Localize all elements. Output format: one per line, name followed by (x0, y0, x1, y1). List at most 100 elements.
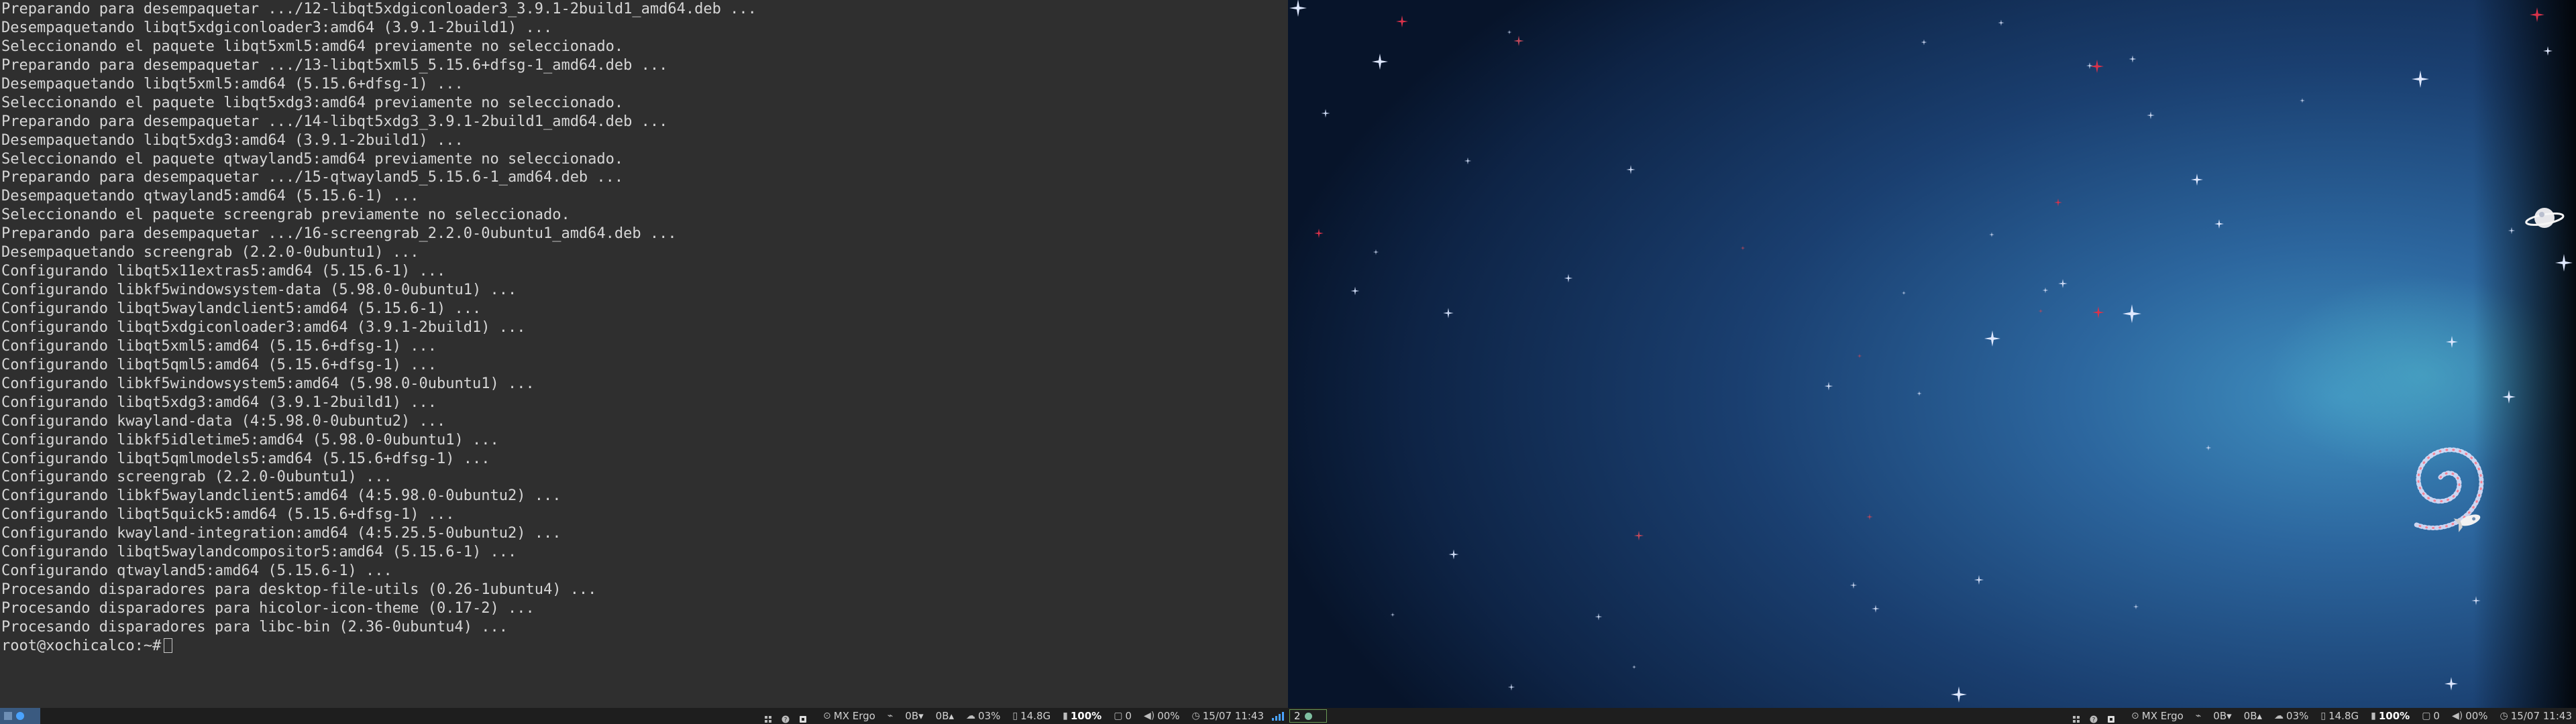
keyboard-label: MX Ergo (2141, 710, 2184, 722)
terminal-line: Desempaquetando screengrab (2.2.0-0ubunt… (1, 244, 419, 261)
terminal-line: Seleccionando el paquete screengrab prev… (1, 206, 570, 224)
shell-prompt: root@xochicalco:~# (1, 637, 162, 654)
volume-module[interactable]: ◀) 00% (1144, 708, 1180, 724)
terminal-line: Configurando libqt5waylandcompositor5:am… (1, 544, 517, 561)
bar-modules: ? ⊙ MX Ergo ⌁ 0B▾ 0B▴ ☁ 03% ▯ 14.8G ▮ 100% ▢… (2072, 708, 2572, 724)
terminal-line: Configurando kwayland-data (4:5.98.0-0ub… (1, 412, 446, 430)
cloud-icon: ☁ (2274, 711, 2284, 721)
battery-icon: ▮ (2371, 711, 2376, 721)
download-rate: 0B▾ (2213, 710, 2232, 722)
headset-icon: ⊙ (2131, 711, 2139, 721)
terminal-line: Configurando libkf5idletime5:amd64 (5.98… (1, 431, 499, 448)
terminal-line: Preparando para desempaquetar .../12-lib… (1, 1, 757, 17)
notifications-module[interactable]: ▢ 0 (1114, 708, 1132, 724)
left-monitor: Preparando para desempaquetar .../12-lib… (0, 0, 1288, 724)
svg-text:?: ? (2092, 717, 2096, 724)
notifications-count: 0 (1125, 710, 1132, 722)
volume-value: 00% (2465, 710, 2488, 722)
upload-rate: 0B▴ (935, 710, 955, 722)
battery-value: 100% (2378, 710, 2410, 722)
wifi-module[interactable]: ⌁ (888, 708, 893, 724)
download-module[interactable]: 0B▾ (2213, 708, 2231, 724)
cpu-module[interactable]: ☁ 03% (2274, 708, 2308, 724)
cpu-value: 03% (978, 710, 1001, 722)
notifications-module[interactable]: ▢ 0 (2422, 708, 2440, 724)
system-tray: ? (2072, 712, 2115, 724)
wifi-icon: ⌁ (887, 711, 894, 721)
terminal-prompt-line[interactable]: root@xochicalco:~# (1, 637, 1288, 656)
terminal-line: Desempaquetando qtwayland5:amd64 (5.15.6… (1, 188, 419, 205)
workspace-switcher[interactable]: 2 (1289, 709, 1327, 723)
chat-icon: ▢ (2422, 711, 2431, 721)
terminal-line: Configurando libkf5waylandclient5:amd64 … (1, 487, 561, 505)
terminal-line: Configurando libqt5x11extras5:amd64 (5.1… (1, 263, 446, 280)
terminal-line: Configurando libkf5windowsystem5:amd64 (… (1, 375, 535, 392)
terminal-line: Desempaquetando libqt5xdgiconloader3:amd… (1, 19, 553, 36)
svg-text:?: ? (784, 717, 788, 724)
terminal-line: Seleccionando el paquete libqt5xml5:amd6… (1, 38, 624, 55)
terminal-line: Configurando libqt5xdg3:amd64 (3.9.1-2bu… (1, 394, 437, 411)
battery-icon: ▮ (1063, 711, 1068, 721)
wifi-module[interactable]: ⌁ (2196, 708, 2201, 724)
package-icon[interactable] (2107, 712, 2115, 723)
terminal-line: Procesando disparadores para hicolor-ico… (1, 600, 535, 617)
upload-module[interactable]: 0B▴ (936, 708, 954, 724)
grid-icon[interactable] (2072, 712, 2080, 723)
keyboard-label: MX Ergo (833, 710, 875, 722)
disk-value: 14.8G (2328, 710, 2359, 722)
terminal-line: Configurando qtwayland5:amd64 (5.15.6-1)… (1, 562, 392, 580)
battery-module[interactable]: ▮ 100% (1063, 708, 1102, 724)
signal-strength-icon (1272, 711, 1284, 721)
grid-icon[interactable] (764, 712, 772, 723)
package-icon[interactable] (799, 712, 807, 723)
wifi-icon: ⌁ (2195, 711, 2202, 721)
keyboard-module[interactable]: ⊙ MX Ergo (823, 708, 875, 724)
active-window-dot-icon (16, 712, 24, 720)
clock-module[interactable]: ◷ 15/07 11:43 (2500, 708, 2572, 724)
disk-module[interactable]: ▯ 14.8G (2320, 708, 2359, 724)
download-module[interactable]: 0B▾ (905, 708, 923, 724)
right-monitor: 2 ? ⊙ MX Ergo ⌁ 0B▾ 0B▴ ☁ 03% ▯ 14.8G ▮ 100% (1288, 0, 2576, 724)
terminal-line: Configurando screengrab (2.2.0-0ubuntu1)… (1, 469, 392, 486)
terminal-line: Preparando para desempaquetar .../13-lib… (1, 56, 668, 74)
cloud-icon: ☁ (966, 711, 976, 721)
help-icon[interactable]: ? (2090, 712, 2098, 724)
battery-value: 100% (1070, 710, 1102, 722)
clock-icon: ◷ (1191, 711, 1200, 721)
desktop-wallpaper (1288, 0, 2576, 708)
disk-icon: ▯ (1012, 711, 1018, 721)
help-icon[interactable]: ? (782, 712, 790, 724)
clock-value: 15/07 11:43 (1202, 710, 1264, 722)
terminal-line: Preparando para desempaquetar .../14-lib… (1, 113, 668, 130)
keyboard-module[interactable]: ⊙ MX Ergo (2131, 708, 2184, 724)
terminal-window[interactable]: Preparando para desempaquetar .../12-lib… (0, 0, 1288, 708)
terminal-line: Configurando kwayland-integration:amd64 … (1, 525, 561, 542)
upload-module[interactable]: 0B▴ (2244, 708, 2262, 724)
volume-module[interactable]: ◀) 00% (2452, 708, 2488, 724)
workspace-number[interactable]: 2 (1294, 708, 1301, 724)
terminal-line: Procesando disparadores para desktop-fil… (1, 581, 597, 599)
cpu-value: 03% (2286, 710, 2309, 722)
clock-module[interactable]: ◷ 15/07 11:43 (1192, 708, 1264, 724)
terminal-line: Configurando libkf5windowsystem-data (5.… (1, 282, 517, 299)
workspace-switcher[interactable] (0, 708, 40, 724)
battery-module[interactable]: ▮ 100% (2371, 708, 2410, 724)
terminal-line: Desempaquetando libqt5xdg3:amd64 (3.9.1-… (1, 131, 464, 149)
terminal-line: Preparando para desempaquetar .../16-scr… (1, 225, 677, 243)
speaker-icon: ◀) (1143, 711, 1155, 721)
terminal-line: Configurando libqt5quick5:amd64 (5.15.6+… (1, 506, 455, 524)
status-bar-right: 2 ? ⊙ MX Ergo ⌁ 0B▾ 0B▴ ☁ 03% ▯ 14.8G ▮ 100% (1288, 708, 2576, 724)
active-window-dot-icon (1304, 712, 1312, 720)
speaker-icon: ◀) (2451, 711, 2463, 721)
text-cursor (164, 638, 173, 653)
workspace-indicator-icon[interactable] (4, 712, 12, 720)
terminal-line: Preparando para desempaquetar .../15-qtw… (1, 169, 624, 186)
terminal-line: Configurando libqt5qml5:amd64 (5.15.6+df… (1, 356, 437, 373)
volume-value: 00% (1157, 710, 1180, 722)
terminal-line: Configurando libqt5xml5:amd64 (5.15.6+df… (1, 337, 437, 355)
disk-value: 14.8G (1020, 710, 1051, 722)
terminal-line: Seleccionando el paquete qtwayland5:amd6… (1, 150, 624, 168)
cpu-module[interactable]: ☁ 03% (966, 708, 1000, 724)
disk-module[interactable]: ▯ 14.8G (1012, 708, 1051, 724)
terminal-line: Configurando libqt5waylandclient5:amd64 … (1, 300, 482, 317)
